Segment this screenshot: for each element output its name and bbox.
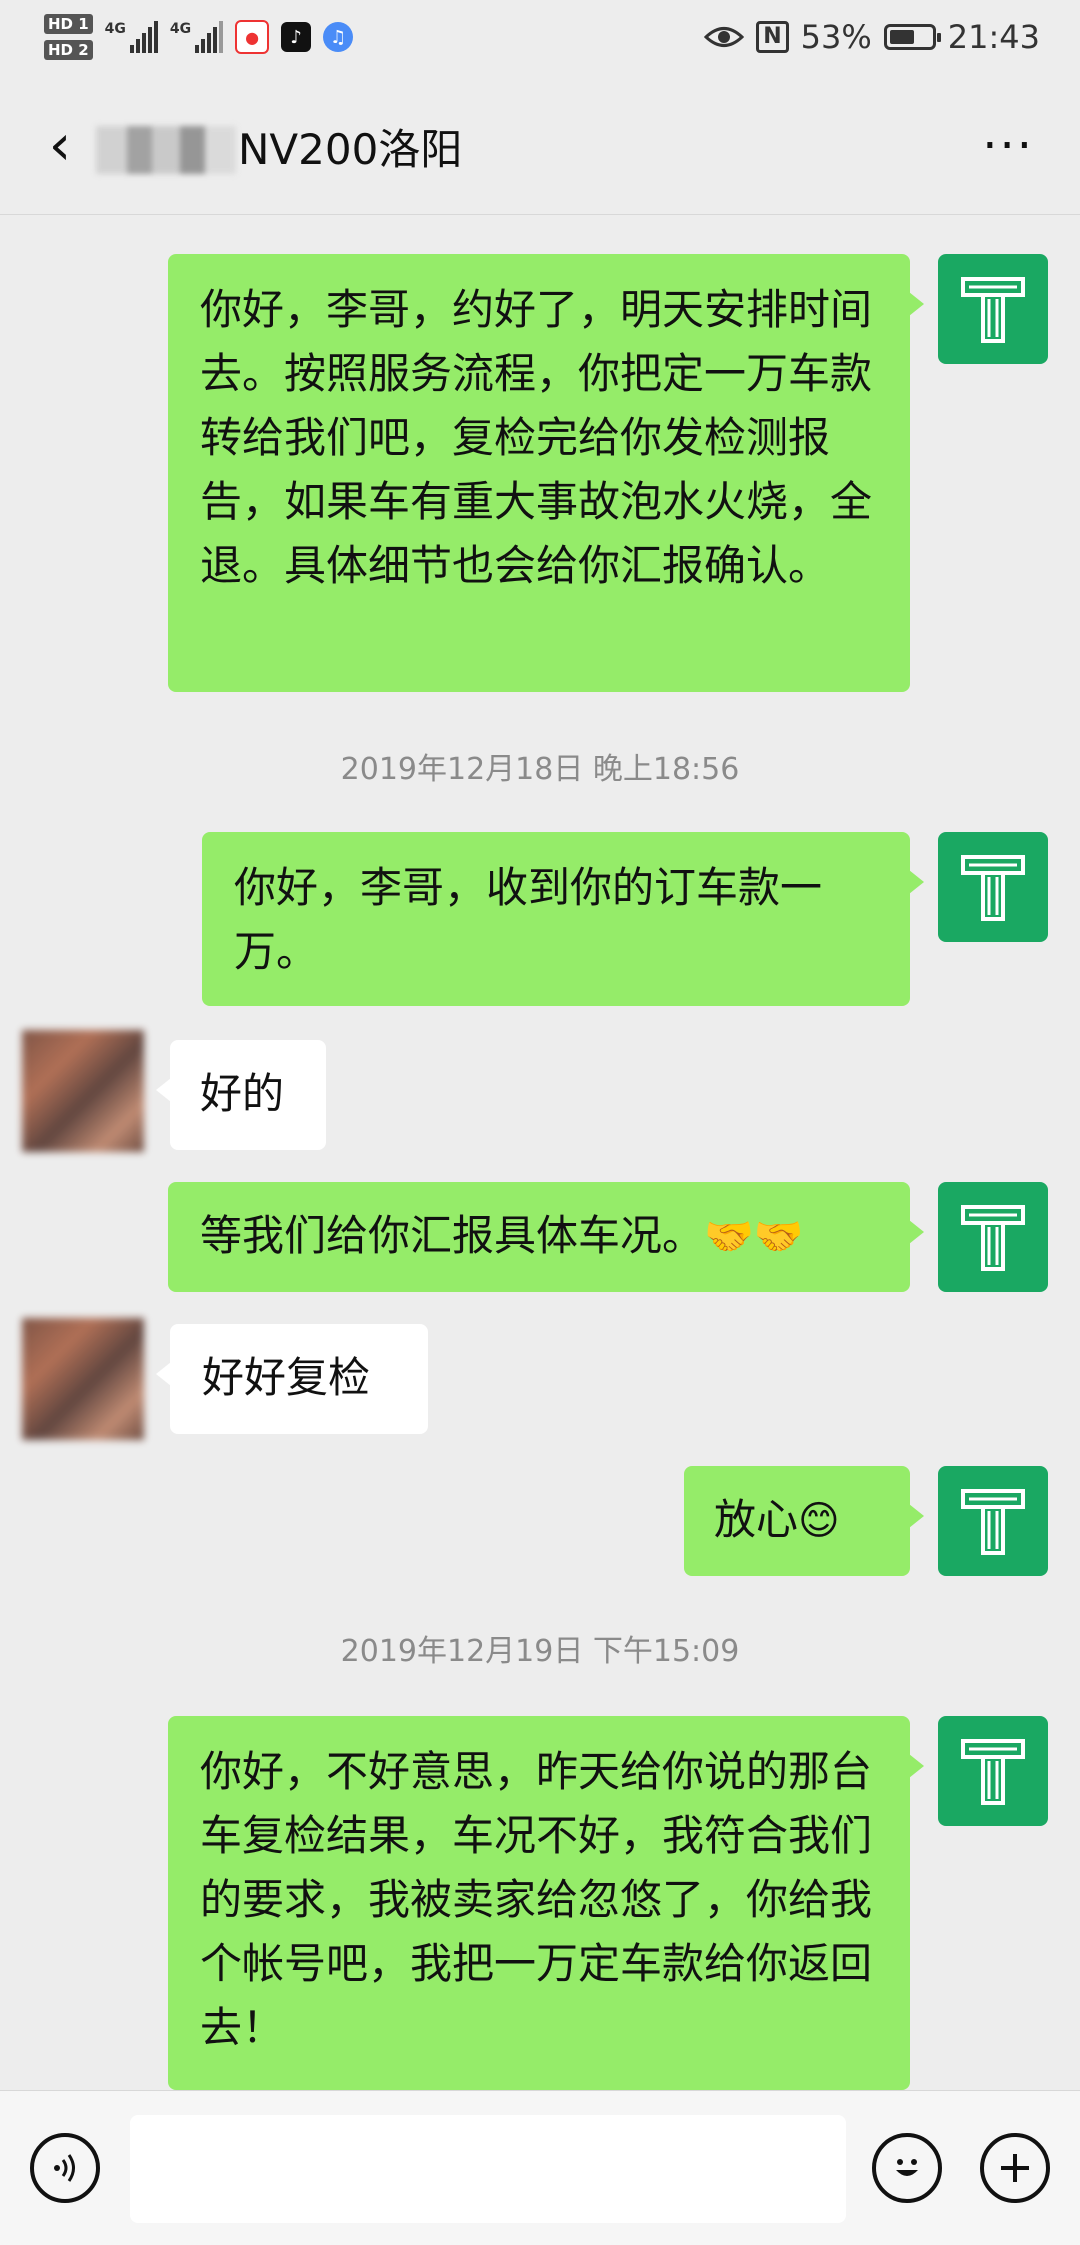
- back-arrow-icon[interactable]: ‹: [30, 116, 90, 176]
- message-text: 等我们给你汇报具体车况。: [200, 1211, 705, 1260]
- message-bubble-out[interactable]: 你好，不好意思，昨天给你说的那台车复检结果，车况不好，我符合我们的要求，我被卖家…: [168, 1716, 924, 2090]
- music-icon: ♫: [323, 22, 354, 52]
- smiley-face-icon: [896, 2159, 918, 2176]
- my-avatar[interactable]: [938, 1182, 1048, 1292]
- message-text: 好的: [200, 1069, 285, 1118]
- plus-sign-icon: [1001, 2154, 1029, 2182]
- timestamp: 2019年12月18日 晚上18:56: [340, 752, 740, 787]
- net1-label: 4G: [104, 21, 126, 37]
- message-text: 你好，李哥，约好了，明天安排时间去。按照服务流程，你把定一万车款转给我们吧，复检…: [200, 285, 873, 590]
- battery-icon: [883, 24, 941, 50]
- location-app-icon: ●: [235, 20, 270, 54]
- message-bubble-in[interactable]: 好好复检: [156, 1324, 428, 1434]
- contact-avatar[interactable]: [22, 1030, 144, 1152]
- my-avatar[interactable]: [938, 1466, 1048, 1576]
- clock-time: 21:43: [947, 18, 1040, 56]
- hd-indicators: HD 1 HD 2: [44, 14, 93, 60]
- status-bar: HD 1 HD 2 4G 4G ● ♪ ♫ N 53% 21:43: [0, 0, 1080, 86]
- voice-icon[interactable]: [30, 2133, 100, 2203]
- my-avatar[interactable]: [938, 832, 1048, 942]
- message-text: 放心: [714, 1495, 799, 1544]
- tiktok-icon: ♪: [281, 22, 312, 52]
- message-text: 你好，不好意思，昨天给你说的那台车复检结果，车况不好，我符合我们的要求，我被卖家…: [200, 1747, 873, 2052]
- plus-icon[interactable]: [980, 2133, 1050, 2203]
- avatar-t-logo-icon: [961, 1489, 1025, 1555]
- contact-avatar[interactable]: [22, 1318, 144, 1440]
- hd2-badge: HD 2: [44, 40, 93, 60]
- message-input[interactable]: [130, 2115, 846, 2223]
- avatar-t-logo-icon: [961, 277, 1025, 343]
- message-bubble-out[interactable]: 等我们给你汇报具体车况。🤝🤝: [168, 1182, 924, 1292]
- blurred-contact-name: [96, 126, 236, 174]
- message-bubble-out[interactable]: 你好，李哥，收到你的订车款一万。: [202, 832, 924, 1006]
- eye-icon: [704, 27, 745, 47]
- voice-waves-icon: [54, 2154, 75, 2182]
- avatar-t-logo-icon: [961, 1205, 1025, 1271]
- avatar-t-logo-icon: [961, 1739, 1025, 1805]
- message-text: 你好，李哥，收到你的订车款一万。: [234, 863, 823, 976]
- message-bubble-in[interactable]: 好的: [156, 1040, 326, 1150]
- nfc-icon: N: [756, 21, 789, 53]
- message-text: 好好复检: [202, 1353, 371, 1402]
- message-bubble-out[interactable]: 放心😊: [684, 1466, 924, 1576]
- my-avatar[interactable]: [938, 254, 1048, 364]
- handshake-emoji-icon: 🤝🤝: [704, 1214, 804, 1260]
- signal-2-icon: 4G: [169, 21, 224, 53]
- avatar-t-logo-icon: [961, 855, 1025, 921]
- message-bubble-out[interactable]: 你好，李哥，约好了，明天安排时间去。按照服务流程，你把定一万车款转给我们吧，复检…: [168, 254, 924, 692]
- chat-title: NV200洛阳: [238, 125, 463, 174]
- chat-header: ‹ NV200洛阳 ···: [0, 86, 1080, 215]
- battery-percent: 53%: [800, 18, 872, 56]
- input-bar: [0, 2090, 1080, 2245]
- status-left: HD 1 HD 2 4G 4G ● ♪ ♫: [44, 14, 354, 60]
- status-right: N 53% 21:43: [704, 18, 1040, 56]
- my-avatar[interactable]: [938, 1716, 1048, 1826]
- signal-1-icon: 4G: [105, 21, 158, 53]
- net2-label: 4G: [169, 21, 192, 37]
- timestamp: 2019年12月19日 下午15:09: [340, 1634, 740, 1669]
- hd1-badge: HD 1: [44, 14, 93, 34]
- more-dots-icon[interactable]: ···: [982, 116, 1034, 176]
- emoji-icon[interactable]: [872, 2133, 942, 2203]
- smile-emoji-icon: 😊: [798, 1498, 840, 1544]
